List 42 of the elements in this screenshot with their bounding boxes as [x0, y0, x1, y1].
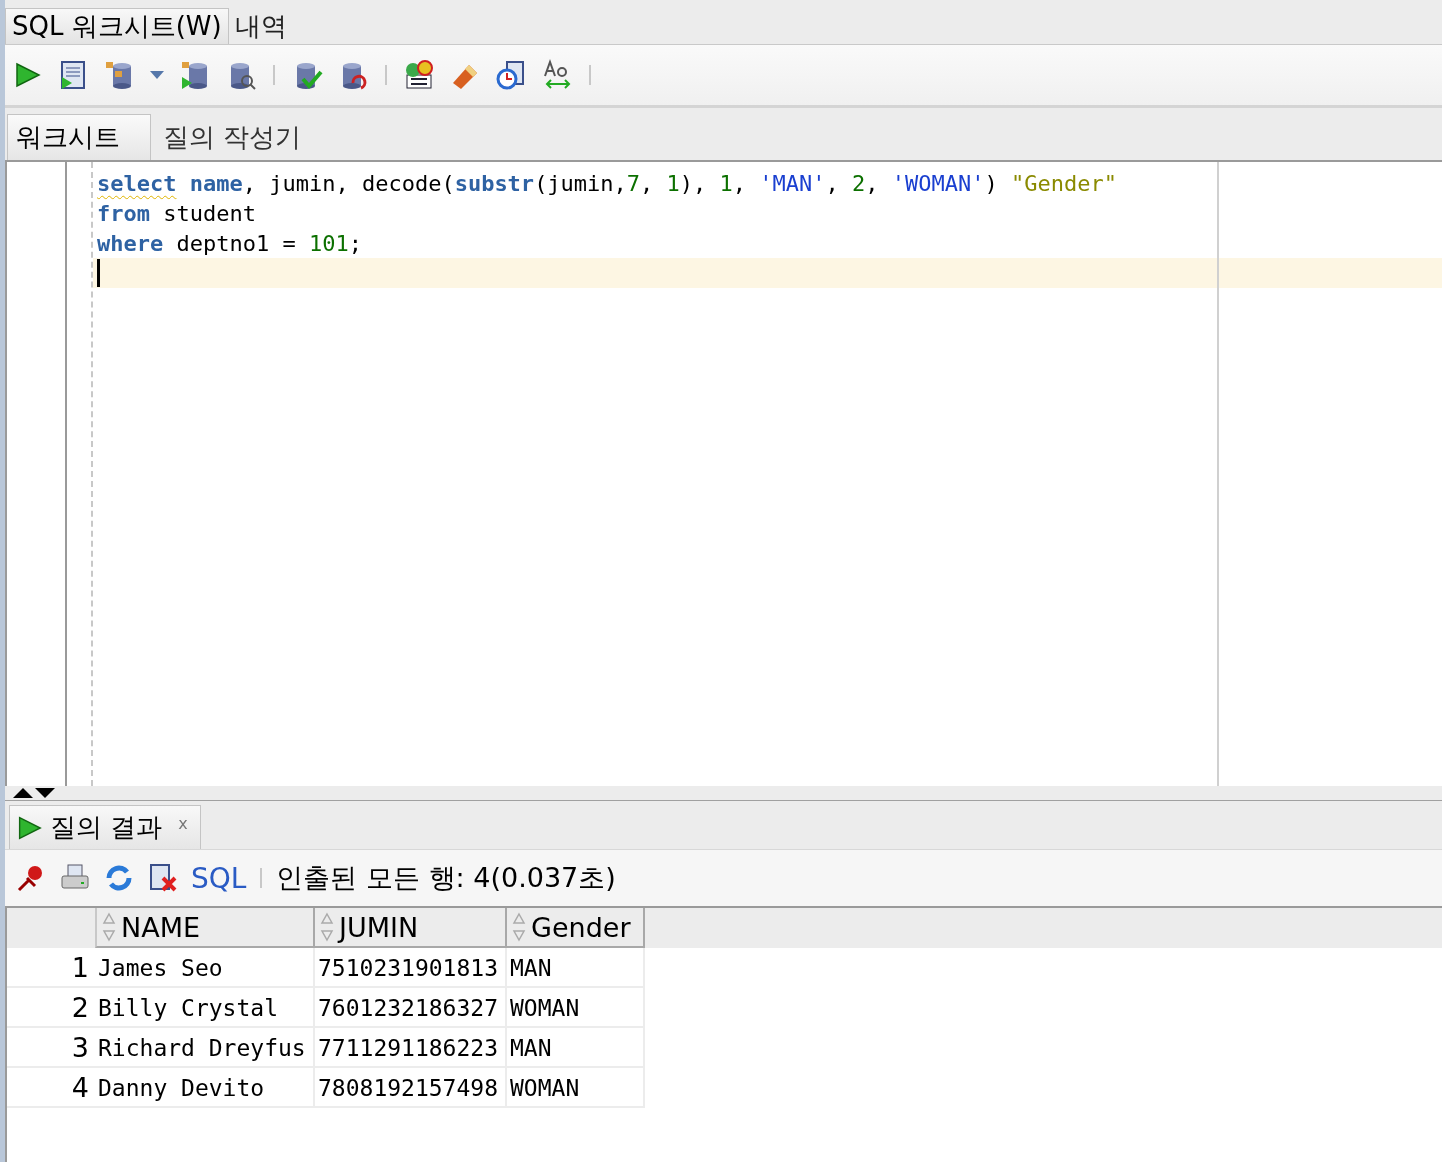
text-cursor [97, 259, 100, 287]
sql-tuning-icon[interactable] [403, 59, 435, 91]
fetch-status: 인출된 모든 행: 4(0.037초) [276, 861, 616, 895]
column-header[interactable]: Gender [507, 908, 645, 948]
editor-tab[interactable]: 워크시트 [7, 114, 151, 160]
column-header[interactable]: NAME [95, 908, 315, 948]
collapse-down-icon[interactable] [35, 788, 55, 798]
table-cell: 7601232186327 [315, 988, 507, 1028]
code-editor[interactable]: select name, jumin, decode(substr(jumin,7, 1), 1, 'MAN', 2, 'WOMAN') "Gender" from student where deptno1 = 101; [5, 162, 1442, 786]
column-title: NAME [121, 911, 201, 943]
table-cell: MAN [507, 948, 645, 988]
expand-up-icon[interactable] [13, 788, 33, 798]
code-line: where deptno1 = 101; [96, 229, 363, 258]
editor-tab[interactable]: 질의 작성기 [151, 114, 310, 160]
table-cell: MAN [507, 1028, 645, 1068]
column-header[interactable]: JUMIN [315, 908, 507, 948]
table-cell: James Seo [95, 948, 315, 988]
close-icon[interactable]: x [178, 814, 188, 833]
table-cell: WOMAN [507, 988, 645, 1028]
table-cell: 7711291186223 [315, 1028, 507, 1068]
history-icon[interactable] [495, 59, 527, 91]
table-cell: Billy Crystal [95, 988, 315, 1028]
column-title: Gender [531, 911, 631, 943]
table-cell: Richard Dreyfus [95, 1028, 315, 1068]
clear-icon[interactable] [147, 862, 179, 894]
table-cell: 7510231901813 [315, 948, 507, 988]
query-result-tab[interactable]: 질의 결과 x [9, 805, 201, 849]
worksheet-tab[interactable]: 내역 [228, 8, 293, 44]
worksheet-tab[interactable]: SQL 워크시트(W) [5, 8, 229, 44]
column-title: JUMIN [339, 911, 419, 943]
code-line: from student [96, 199, 257, 228]
sql-link[interactable]: SQL [191, 861, 247, 895]
row-number: 1 [7, 948, 95, 988]
table-cell: Danny Devito [95, 1068, 315, 1108]
table-cell: 7808192157498 [315, 1068, 507, 1108]
table-cell: WOMAN [507, 1068, 645, 1108]
code-line: select name, jumin, decode(substr(jumin,7, 1), 1, 'MAN', 2, 'WOMAN') "Gender" [96, 169, 1118, 198]
text-case-icon[interactable] [541, 59, 573, 91]
row-number: 4 [7, 1068, 95, 1108]
row-number: 3 [7, 1028, 95, 1068]
row-number: 2 [7, 988, 95, 1028]
dropdown-caret-icon[interactable] [149, 70, 165, 80]
